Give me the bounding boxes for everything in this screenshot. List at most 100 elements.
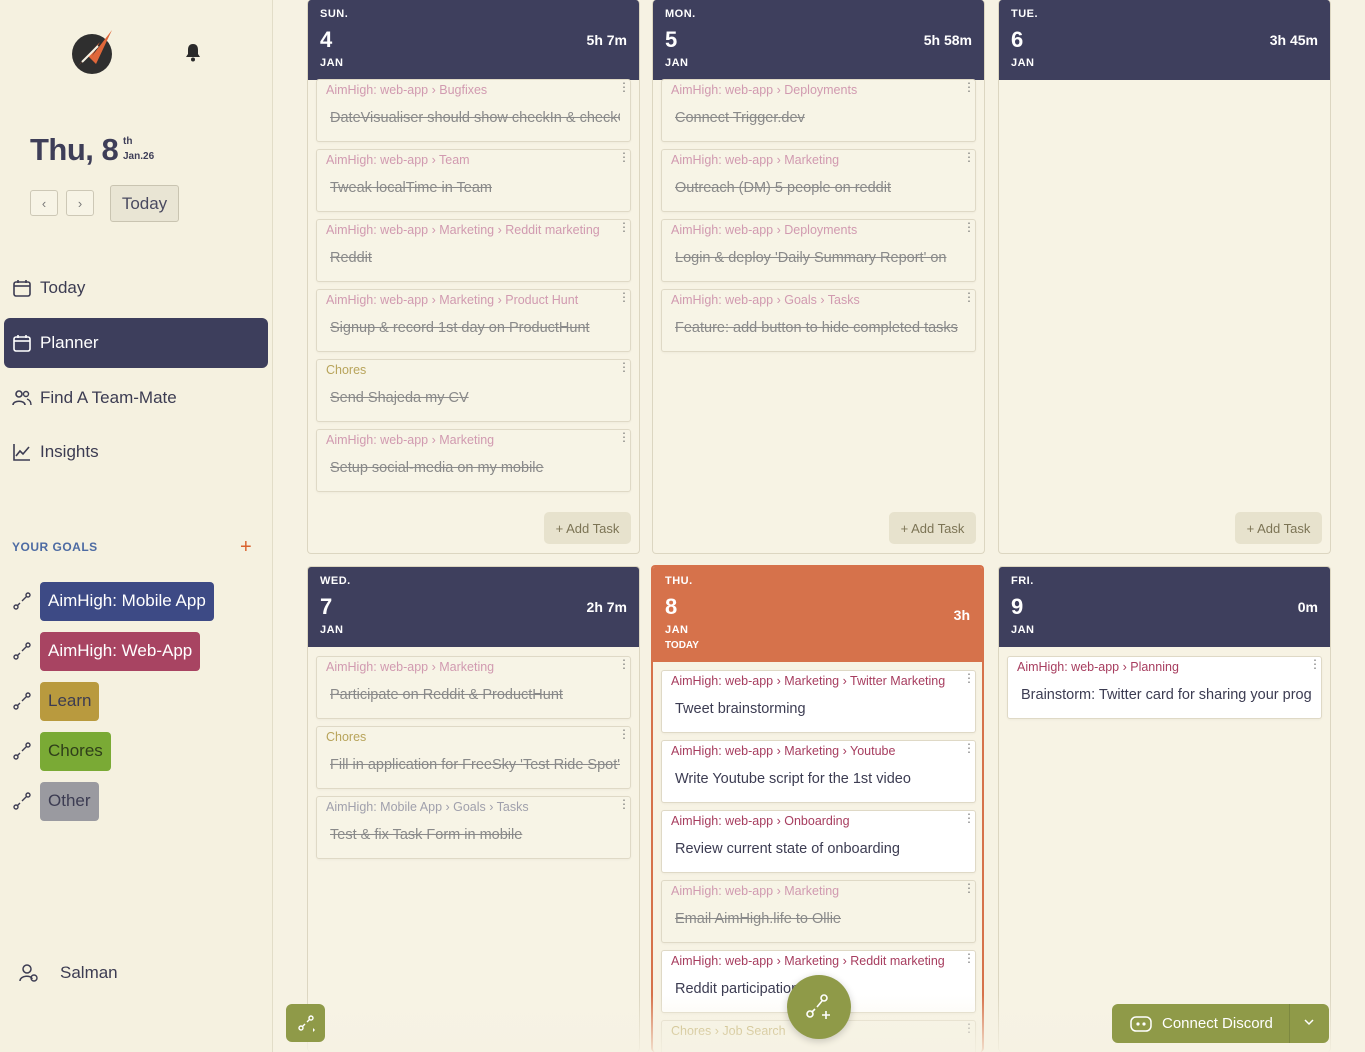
more-vertical-icon[interactable]: ⋮ — [618, 81, 630, 93]
add-goal-fab[interactable] — [787, 975, 851, 1039]
goal-path-icon — [13, 692, 31, 710]
task-title: Send Shajeda my CV — [330, 390, 469, 406]
day-header: FRI. 9 JAN 0m — [999, 567, 1330, 647]
add-task-button[interactable]: + Add Task — [544, 512, 631, 544]
today-button[interactable]: Today — [110, 185, 179, 222]
more-vertical-icon[interactable]: ⋮ — [618, 658, 630, 670]
task-title: Fill in application for FreeSky 'Test Ri… — [330, 757, 620, 773]
more-vertical-icon[interactable]: ⋮ — [963, 221, 975, 233]
task-title: Write Youtube script for the 1st video — [675, 771, 911, 787]
task-card[interactable]: AimHigh: web-app › Goals › Tasks ⋮ Featu… — [661, 289, 976, 352]
task-card[interactable]: AimHigh: web-app › Deployments ⋮ Connect… — [661, 79, 976, 142]
more-vertical-icon[interactable]: ⋮ — [963, 742, 975, 754]
more-vertical-icon[interactable]: ⋮ — [963, 81, 975, 93]
more-vertical-icon[interactable]: ⋮ — [1309, 658, 1321, 670]
goal-item-web-app[interactable]: AimHigh: Web-App — [12, 631, 201, 671]
more-vertical-icon[interactable]: ⋮ — [963, 672, 975, 684]
day-month: JAN — [665, 624, 689, 636]
task-title: Feature: add button to hide completed ta… — [675, 320, 958, 336]
calendar-icon — [13, 335, 31, 352]
task-path: AimHigh: web-app › Onboarding — [671, 814, 850, 828]
more-vertical-icon[interactable]: ⋮ — [618, 798, 630, 810]
more-vertical-icon[interactable]: ⋮ — [963, 151, 975, 163]
nav-today[interactable]: Today — [4, 263, 268, 313]
goal-item-chores[interactable]: Chores — [12, 731, 111, 771]
more-vertical-icon[interactable]: ⋮ — [618, 361, 630, 373]
date-suffix: th — [123, 136, 133, 147]
task-card[interactable]: AimHigh: web-app › Marketing › Product H… — [316, 289, 631, 352]
task-title: Brainstorm: Twitter card for sharing you… — [1021, 687, 1311, 703]
chevron-left-icon: ‹ — [41, 195, 47, 211]
task-path: AimHigh: web-app › Marketing › Twitter M… — [671, 674, 946, 688]
task-card[interactable]: AimHigh: web-app › Planning ⋮ Brainstorm… — [1007, 656, 1322, 719]
add-goal-button[interactable]: + — [240, 536, 252, 559]
task-card[interactable]: AimHigh: web-app › Marketing › Reddit ma… — [316, 219, 631, 282]
day-of-week: WED. — [320, 575, 351, 587]
task-card[interactable]: AimHigh: web-app › Marketing › Twitter M… — [661, 670, 976, 733]
goal-label[interactable]: AimHigh: Web-App — [40, 631, 201, 671]
add-task-button[interactable]: + Add Task — [889, 512, 976, 544]
today-badge: TODAY — [665, 640, 699, 651]
more-vertical-icon[interactable]: ⋮ — [618, 728, 630, 740]
nav-insights[interactable]: Insights — [4, 427, 268, 477]
goal-path-icon — [13, 642, 31, 660]
goal-item-mobile-app[interactable]: AimHigh: Mobile App — [12, 581, 214, 621]
chevron-down-icon[interactable] — [1302, 1015, 1316, 1029]
task-card[interactable]: AimHigh: web-app › Marketing › Youtube ⋮… — [661, 740, 976, 803]
day-column-fri: FRI. 9 JAN 0m AimHigh: web-app › Plannin… — [998, 566, 1331, 1052]
more-vertical-icon[interactable]: ⋮ — [618, 431, 630, 443]
goal-label[interactable]: AimHigh: Mobile App — [40, 581, 214, 621]
task-card[interactable]: Chores ⋮ Send Shajeda my CV — [316, 359, 631, 422]
task-title: Signup & record 1st day on ProductHunt — [330, 320, 590, 336]
task-path: AimHigh: web-app › Marketing — [326, 660, 495, 674]
goal-item-learn[interactable]: Learn — [12, 681, 100, 721]
task-card[interactable]: AimHigh: web-app › Bugfixes ⋮ DateVisual… — [316, 79, 631, 142]
task-card[interactable]: AimHigh: web-app › Deployments ⋮ Login &… — [661, 219, 976, 282]
collapse-goals-button[interactable] — [286, 1004, 325, 1042]
more-vertical-icon[interactable]: ⋮ — [618, 151, 630, 163]
task-path: AimHigh: web-app › Team — [326, 153, 470, 167]
task-card[interactable]: AimHigh: web-app › Onboarding ⋮ Review c… — [661, 810, 976, 873]
day-of-week: FRI. — [1011, 575, 1034, 587]
nav-planner[interactable]: Planner — [4, 318, 268, 368]
task-path: AimHigh: web-app › Marketing › Product H… — [326, 293, 579, 307]
task-path: Chores — [326, 730, 367, 744]
connect-discord-label: Connect Discord — [1162, 1015, 1273, 1032]
task-card[interactable]: AimHigh: web-app › Marketing ⋮ Setup soc… — [316, 429, 631, 492]
bell-icon[interactable] — [184, 42, 202, 62]
task-path: AimHigh: web-app › Goals › Tasks — [671, 293, 860, 307]
task-card[interactable]: AimHigh: web-app › Marketing ⋮ Participa… — [316, 656, 631, 719]
nav-find-team-mate[interactable]: Find A Team-Mate — [4, 373, 268, 423]
add-task-button[interactable]: + Add Task — [1235, 512, 1322, 544]
task-path: AimHigh: web-app › Marketing — [326, 433, 495, 447]
app-logo[interactable] — [70, 26, 118, 78]
goal-label[interactable]: Other — [40, 781, 99, 821]
more-vertical-icon[interactable]: ⋮ — [963, 812, 975, 824]
goal-label[interactable]: Chores — [40, 731, 111, 771]
goal-label[interactable]: Learn — [40, 681, 100, 721]
day-number: 9 — [1011, 594, 1024, 619]
day-number: 5 — [665, 27, 678, 52]
task-card[interactable]: AimHigh: web-app › Marketing ⋮ Outreach … — [661, 149, 976, 212]
more-vertical-icon[interactable]: ⋮ — [963, 882, 975, 894]
day-header: THU. 8 JAN TODAY 3h — [653, 567, 982, 662]
connect-discord-button[interactable]: Connect Discord — [1112, 1004, 1329, 1043]
goal-item-other[interactable]: Other — [12, 781, 99, 821]
task-card[interactable]: AimHigh: Mobile App › Goals › Tasks ⋮ Te… — [316, 796, 631, 859]
more-vertical-icon[interactable]: ⋮ — [618, 221, 630, 233]
task-title: Test & fix Task Form in mobile — [330, 827, 523, 843]
more-vertical-icon[interactable]: ⋮ — [963, 952, 975, 964]
day-number: 7 — [320, 594, 333, 619]
task-card[interactable]: AimHigh: web-app › Team ⋮ Tweak localTim… — [316, 149, 631, 212]
nav-label: Find A Team-Mate — [40, 388, 177, 407]
prev-day-button[interactable]: ‹ — [30, 190, 58, 216]
more-vertical-icon[interactable]: ⋮ — [963, 1022, 975, 1034]
task-title: Outreach (DM) 5 people on reddit — [675, 180, 891, 196]
task-card[interactable]: Chores ⋮ Fill in application for FreeSky… — [316, 726, 631, 789]
user-profile[interactable]: Salman — [18, 962, 118, 984]
more-vertical-icon[interactable]: ⋮ — [963, 291, 975, 303]
task-card[interactable]: AimHigh: web-app › Marketing ⋮ Email Aim… — [661, 880, 976, 943]
task-title: Setup social-media on my mobile — [330, 460, 544, 476]
more-vertical-icon[interactable]: ⋮ — [618, 291, 630, 303]
next-day-button[interactable]: › — [66, 190, 94, 216]
